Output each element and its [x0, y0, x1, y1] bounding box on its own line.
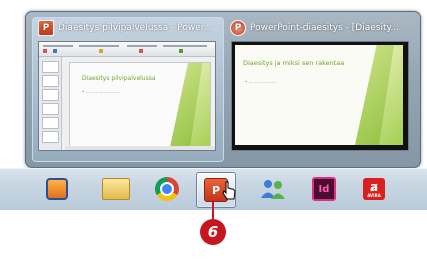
taskbar-file-explorer-button[interactable] [97, 172, 135, 206]
chrome-icon [155, 177, 179, 201]
slide-title: Diaesitys pilvipalvelussa [82, 75, 156, 82]
mouse-cursor-icon [222, 181, 236, 200]
thumbnail-preview-1[interactable]: Diaesitys pilvipalvelussa • ............… [38, 41, 216, 151]
taskbar-avira-button[interactable]: ⱥ AVIRA [355, 172, 393, 206]
thumbnail-window-1[interactable]: P Diaesitys pilvipalvelussa - Power... D… [34, 12, 220, 152]
avira-icon: ⱥ AVIRA [363, 178, 385, 200]
avira-logo-text: AVIRA [367, 192, 381, 198]
slide-title: Diaesitys ja miksi sen rakentaa [243, 59, 345, 67]
folder-icon [102, 178, 130, 200]
thumbnail-window-2[interactable]: P PowerPoint-diaesitys - [Diaesity... Di… [226, 12, 416, 152]
slide-preview: Diaesitys ja miksi sen rakentaa • ......… [235, 45, 403, 145]
taskbar-people-button[interactable] [254, 172, 292, 206]
taskbar-indesign-button[interactable]: Id [305, 172, 343, 206]
thumbnail-preview-popup: P Diaesitys pilvipalvelussa - Power... D… [25, 11, 421, 168]
slides-pane [39, 57, 62, 150]
media-player-icon [46, 178, 68, 200]
callout-line [212, 200, 214, 221]
taskbar-media-player-button[interactable] [38, 172, 76, 206]
thumbnail-title-1: P Diaesitys pilvipalvelussa - Power... [38, 20, 220, 36]
taskbar-chrome-button[interactable] [148, 172, 186, 206]
people-icon [261, 180, 285, 199]
thumbnail-preview-2[interactable]: Diaesitys ja miksi sen rakentaa • ......… [231, 41, 409, 151]
callout-step-badge: 6 [200, 219, 226, 245]
indesign-icon: Id [312, 177, 336, 201]
thumbnail-title-2: P PowerPoint-diaesitys - [Diaesity... [230, 20, 416, 36]
slide-canvas: Diaesitys pilvipalvelussa • ............… [69, 62, 211, 148]
thumbnail-title-label: Diaesitys pilvipalvelussa - Power... [58, 23, 213, 33]
powerpoint-web-icon: P [230, 20, 246, 36]
thumbnail-title-label: PowerPoint-diaesitys - [Diaesity... [250, 23, 400, 33]
ribbon-preview [39, 42, 215, 57]
powerpoint-icon: P [38, 20, 54, 36]
